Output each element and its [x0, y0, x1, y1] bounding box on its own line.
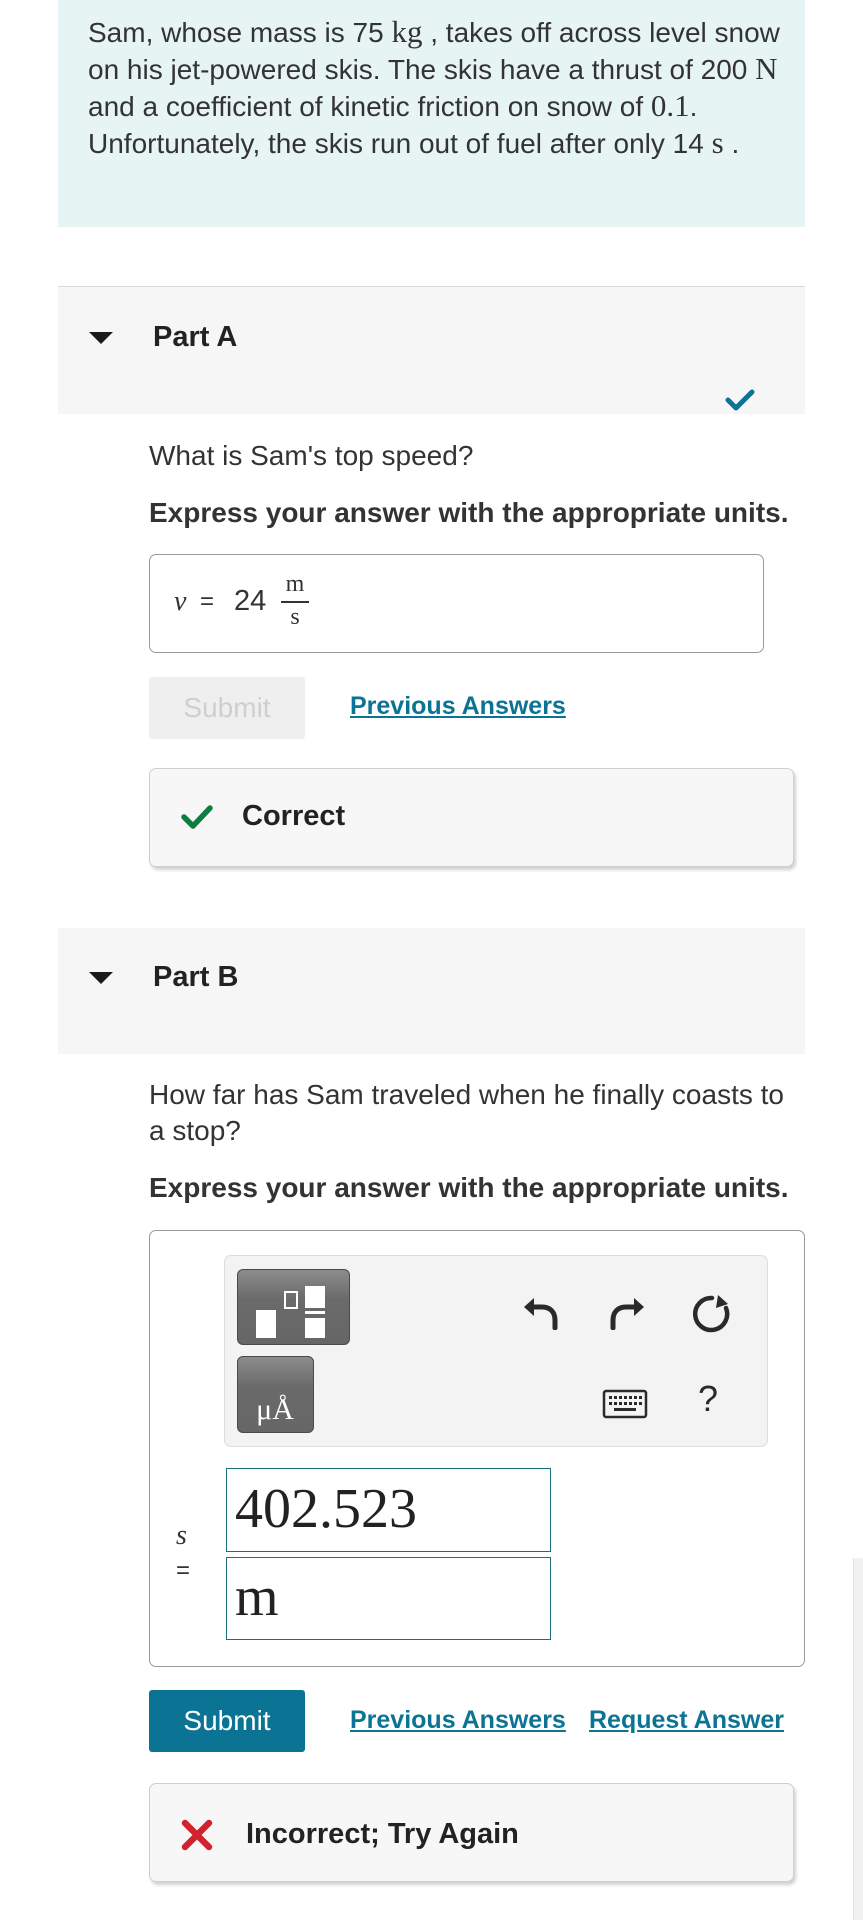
part-a-title: Part A	[153, 321, 238, 353]
part-a-submit-button[interactable]: Submit	[149, 677, 305, 739]
unit-newton: N	[755, 51, 778, 86]
unit-kg: kg	[391, 14, 423, 49]
part-b-question: How far has Sam traveled when he finally…	[149, 1079, 784, 1146]
part-a-instruction: Express your answer with the appropriate…	[149, 497, 789, 528]
unit-input[interactable]: m	[226, 1557, 551, 1640]
friction-coefficient: 0.1	[650, 88, 690, 123]
help-icon[interactable]: ?	[698, 1378, 718, 1420]
fraction-bar	[281, 601, 309, 603]
scrollbar[interactable]	[853, 1558, 863, 1920]
unit-numerator: m	[285, 571, 305, 597]
answer-variable: s	[176, 1520, 187, 1551]
reset-icon[interactable]	[690, 1292, 734, 1336]
answer-value: 24	[234, 585, 267, 617]
problem-text: Sam, whose mass is 75 kg , takes off acr…	[88, 14, 780, 160]
check-icon	[725, 389, 755, 411]
part-a-question: What is Sam's top speed?	[149, 440, 474, 471]
part-b-title: Part B	[153, 961, 239, 993]
undo-icon[interactable]	[520, 1290, 560, 1330]
unit-denominator: s	[290, 604, 300, 630]
part-a-previous-answers-link[interactable]: Previous Answers	[350, 692, 566, 721]
units-icon: μÅ	[256, 1393, 294, 1426]
feedback-correct-text: Correct	[242, 800, 346, 832]
templates-icon	[256, 1286, 325, 1338]
close-icon	[181, 1819, 213, 1851]
feedback-incorrect-text: Incorrect; Try Again	[246, 1818, 519, 1850]
check-icon	[181, 805, 213, 829]
value-input[interactable]: 402.523	[226, 1468, 551, 1552]
request-answer-link[interactable]: Request Answer	[589, 1706, 784, 1735]
units-button[interactable]: μÅ	[237, 1356, 314, 1433]
equals-sign: =	[200, 588, 215, 615]
keyboard-icon[interactable]	[602, 1389, 648, 1419]
caret-down-icon[interactable]	[89, 972, 113, 984]
part-b-instruction: Express your answer with the appropriate…	[149, 1172, 789, 1203]
part-b-previous-answers-link[interactable]: Previous Answers	[350, 1706, 566, 1735]
templates-button[interactable]	[237, 1269, 350, 1345]
caret-down-icon[interactable]	[89, 332, 113, 344]
answer-variable: v	[174, 586, 187, 617]
equals-sign: =	[176, 1557, 191, 1584]
unit-seconds: s	[711, 125, 724, 160]
part-b-submit-button[interactable]: Submit	[149, 1690, 305, 1752]
redo-icon[interactable]	[608, 1290, 648, 1330]
